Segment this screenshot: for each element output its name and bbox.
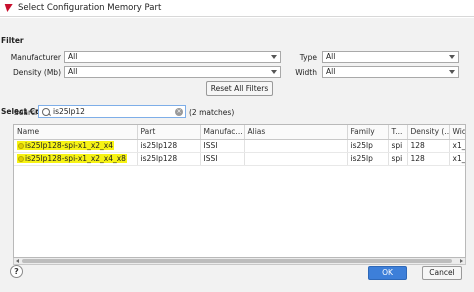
memory-part-icon: [18, 143, 24, 149]
filter-section-title: Filter: [1, 36, 24, 45]
search-icon: [42, 107, 50, 116]
search-field[interactable]: ×: [38, 105, 186, 118]
horizontal-scrollbar[interactable]: [13, 258, 466, 265]
cell-part: is25lp128: [137, 152, 201, 166]
title-bar: Select Configuration Memory Part: [0, 0, 474, 17]
cell-alias: [244, 139, 348, 153]
search-input[interactable]: [53, 107, 173, 116]
parts-table: Name Part Manufac... Alias Family T... D…: [13, 124, 466, 258]
part-name: is25lp128-spi-x1_x2_x4_x8: [25, 154, 126, 163]
help-button[interactable]: ?: [10, 265, 23, 278]
table-row[interactable]: is25lp128-spi-x1_x2_x4_x8 is25lp128 ISSI…: [14, 152, 465, 166]
density-value: All: [68, 67, 78, 76]
cell-width: x1_x2: [449, 152, 465, 166]
cell-part: is25lp128: [137, 139, 201, 153]
column-header-manufacturer[interactable]: Manufac...: [200, 125, 245, 140]
manufacturer-value: All: [68, 52, 78, 61]
width-value: All: [326, 67, 336, 76]
width-select[interactable]: All: [322, 66, 459, 78]
cancel-button[interactable]: Cancel: [422, 266, 462, 280]
cell-family: is25lp: [347, 139, 389, 153]
window-title: Select Configuration Memory Part: [18, 3, 162, 13]
cell-name: is25lp128-spi-x1_x2_x4_x8: [14, 152, 138, 166]
highlight: is25lp128-spi-x1_x2_x4: [17, 141, 114, 150]
cell-type: spi: [388, 139, 408, 153]
cell-alias: [244, 152, 348, 166]
highlight: is25lp128-spi-x1_x2_x4_x8: [17, 154, 127, 163]
density-label: Density (Mb): [13, 68, 61, 77]
cell-manufacturer: ISSI: [200, 152, 245, 166]
scroll-left-icon[interactable]: [16, 259, 19, 263]
match-count: (2 matches): [189, 108, 235, 117]
column-header-part[interactable]: Part: [137, 125, 201, 140]
type-value: All: [326, 52, 336, 61]
xilinx-logo-icon: [4, 3, 14, 13]
type-label: Type: [299, 53, 317, 62]
cell-manufacturer: ISSI: [200, 139, 245, 153]
cell-density: 128: [407, 139, 450, 153]
cell-type: spi: [388, 152, 408, 166]
chevron-down-icon: [449, 55, 455, 59]
cell-width: x1_x2: [449, 139, 465, 153]
memory-part-icon: [18, 156, 24, 162]
manufacturer-select[interactable]: All: [64, 51, 281, 63]
chevron-down-icon: [271, 70, 277, 74]
clear-icon[interactable]: ×: [175, 108, 183, 116]
cell-family: is25lp: [347, 152, 389, 166]
column-header-density[interactable]: Density (...: [407, 125, 450, 140]
reset-filters-button[interactable]: Reset All Filters: [206, 81, 273, 96]
table-header-row: Name Part Manufac... Alias Family T... D…: [14, 125, 465, 140]
manufacturer-label: Manufacturer: [10, 53, 61, 62]
density-select[interactable]: All: [64, 66, 281, 78]
cell-density: 128: [407, 152, 450, 166]
width-label: Width: [295, 68, 317, 77]
column-header-family[interactable]: Family: [347, 125, 389, 140]
column-header-width[interactable]: Width: [449, 125, 465, 140]
table-row[interactable]: is25lp128-spi-x1_x2_x4 is25lp128 ISSI is…: [14, 139, 465, 153]
column-header-alias[interactable]: Alias: [244, 125, 348, 140]
chevron-down-icon: [271, 55, 277, 59]
column-header-type[interactable]: T...: [388, 125, 408, 140]
cell-name: is25lp128-spi-x1_x2_x4: [14, 139, 138, 153]
part-name: is25lp128-spi-x1_x2_x4: [25, 141, 113, 150]
scrollbar-thumb[interactable]: [22, 259, 452, 263]
chevron-down-icon: [449, 70, 455, 74]
ok-button[interactable]: OK: [368, 266, 407, 280]
type-select[interactable]: All: [322, 51, 459, 63]
scroll-right-icon[interactable]: [460, 259, 463, 263]
column-header-name[interactable]: Name: [14, 125, 138, 140]
